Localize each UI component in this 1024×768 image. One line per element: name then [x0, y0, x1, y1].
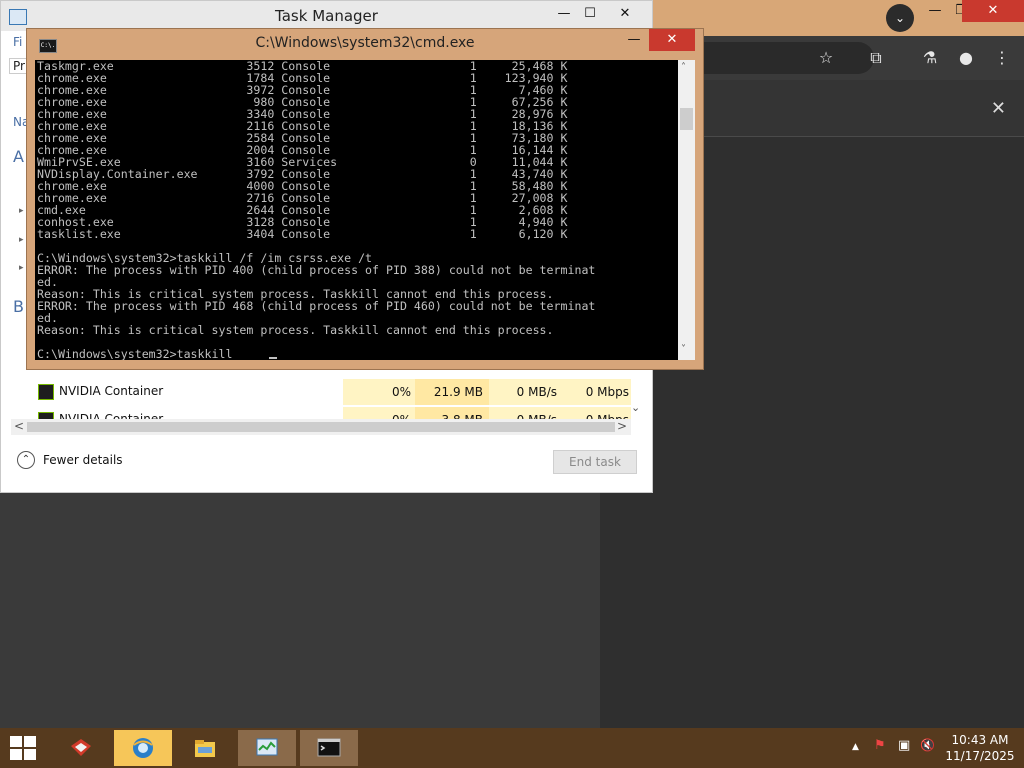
- labs-flask-icon[interactable]: ⚗: [918, 46, 942, 70]
- memory-cell: 21.9 MB: [415, 379, 489, 405]
- expand-chevron-icon[interactable]: ▸: [19, 235, 24, 245]
- taskbar-task-manager[interactable]: [238, 730, 296, 766]
- process-name: NVIDIA Container: [59, 384, 164, 398]
- command-prompt-icon: [317, 738, 341, 757]
- cmd-window: C:\. C:\Windows\system32\cmd.exe — ☐ ✕ T…: [26, 28, 704, 370]
- profile-avatar-icon[interactable]: ●: [954, 46, 978, 70]
- taskbar-internet-explorer[interactable]: [114, 730, 172, 766]
- chrome-close-button[interactable]: ✕: [962, 0, 1024, 22]
- windows-logo-icon: [24, 749, 36, 760]
- group-apps-fragment: A: [13, 147, 24, 166]
- taskbar: ▲ ⚑ ▣ 🔇 10:43 AM 11/17/2025: [0, 728, 1024, 768]
- clock-time: 10:43 AM: [951, 733, 1009, 747]
- task-manager-icon: [256, 738, 278, 756]
- chrome-side-panel-header: ✕: [696, 80, 1024, 137]
- fewer-details-link[interactable]: Fewer details: [43, 453, 123, 467]
- scroll-down-arrow[interactable]: ˅: [681, 344, 686, 355]
- chrome-menu-icon[interactable]: ⋮: [990, 46, 1014, 70]
- end-task-button[interactable]: End task: [553, 450, 637, 474]
- scroll-left-arrow[interactable]: <: [14, 419, 24, 433]
- network-icon[interactable]: ▣: [898, 738, 910, 753]
- system-clock[interactable]: 10:43 AM 11/17/2025: [944, 732, 1016, 764]
- action-center-flag-icon[interactable]: ⚑: [874, 738, 886, 753]
- group-background-fragment: B: [13, 297, 24, 316]
- network-cell: 0 Mbps: [561, 379, 631, 405]
- horizontal-scroll-thumb[interactable]: [27, 422, 615, 432]
- table-row[interactable]: NVIDIA Container 0% 21.9 MB 0 MB/s 0 Mbp…: [1, 379, 652, 405]
- cmd-vertical-scrollbar[interactable]: ˄ ˅: [678, 60, 695, 360]
- collapse-chevron-icon[interactable]: ⌃: [17, 451, 35, 469]
- taskbar-app-red[interactable]: [52, 730, 110, 766]
- show-hidden-icons-chevron[interactable]: ▲: [852, 742, 859, 752]
- cmd-title: C:\Windows\system32\cmd.exe: [255, 35, 475, 51]
- windows-logo-icon: [24, 736, 36, 747]
- clock-date: 11/17/2025: [945, 749, 1015, 763]
- volume-muted-icon[interactable]: 🔇: [920, 738, 935, 752]
- windows-logo-icon: [10, 736, 22, 747]
- expand-chevron-icon[interactable]: ▸: [19, 263, 24, 273]
- tm-close-button[interactable]: ✕: [599, 3, 651, 25]
- console-output[interactable]: Taskmgr.exe 3512 Console 1 25,468 K chro…: [35, 60, 678, 360]
- text-cursor: [269, 357, 277, 359]
- task-manager-footer: ⌃ Fewer details End task: [1, 437, 652, 491]
- bookmark-star-icon[interactable]: ☆: [814, 46, 838, 70]
- extensions-icon[interactable]: ⧉: [864, 46, 888, 70]
- folder-icon: [195, 740, 215, 757]
- panel-close-icon[interactable]: ✕: [991, 98, 1006, 119]
- horizontal-scrollbar[interactable]: < >: [11, 419, 631, 435]
- nvidia-icon: [38, 384, 54, 400]
- red-app-icon: [71, 739, 91, 756]
- expand-chevron-icon[interactable]: ▸: [19, 206, 24, 216]
- taskbar-command-prompt[interactable]: [300, 730, 358, 766]
- taskbar-file-explorer[interactable]: [176, 730, 234, 766]
- internet-explorer-icon: [133, 738, 153, 758]
- scroll-up-arrow[interactable]: ˄: [681, 62, 686, 73]
- tab-search-button[interactable]: ⌄: [886, 4, 914, 32]
- menu-file-fragment[interactable]: Fi: [13, 35, 22, 49]
- task-manager-titlebar: Task Manager — ☐ ✕: [1, 1, 652, 31]
- start-button[interactable]: [10, 736, 38, 762]
- cpu-cell: 0%: [343, 379, 415, 405]
- address-bar[interactable]: [696, 42, 874, 74]
- vertical-scroll-down-arrow[interactable]: ⌄: [631, 401, 640, 414]
- cmd-scroll-thumb[interactable]: [680, 108, 693, 130]
- disk-cell: 0 MB/s: [489, 379, 561, 405]
- cmd-close-button[interactable]: ✕: [649, 29, 695, 51]
- scroll-right-arrow[interactable]: >: [617, 419, 627, 433]
- windows-logo-icon: [10, 749, 22, 760]
- console-text: Taskmgr.exe 3512 Console 1 25,468 K chro…: [37, 60, 596, 360]
